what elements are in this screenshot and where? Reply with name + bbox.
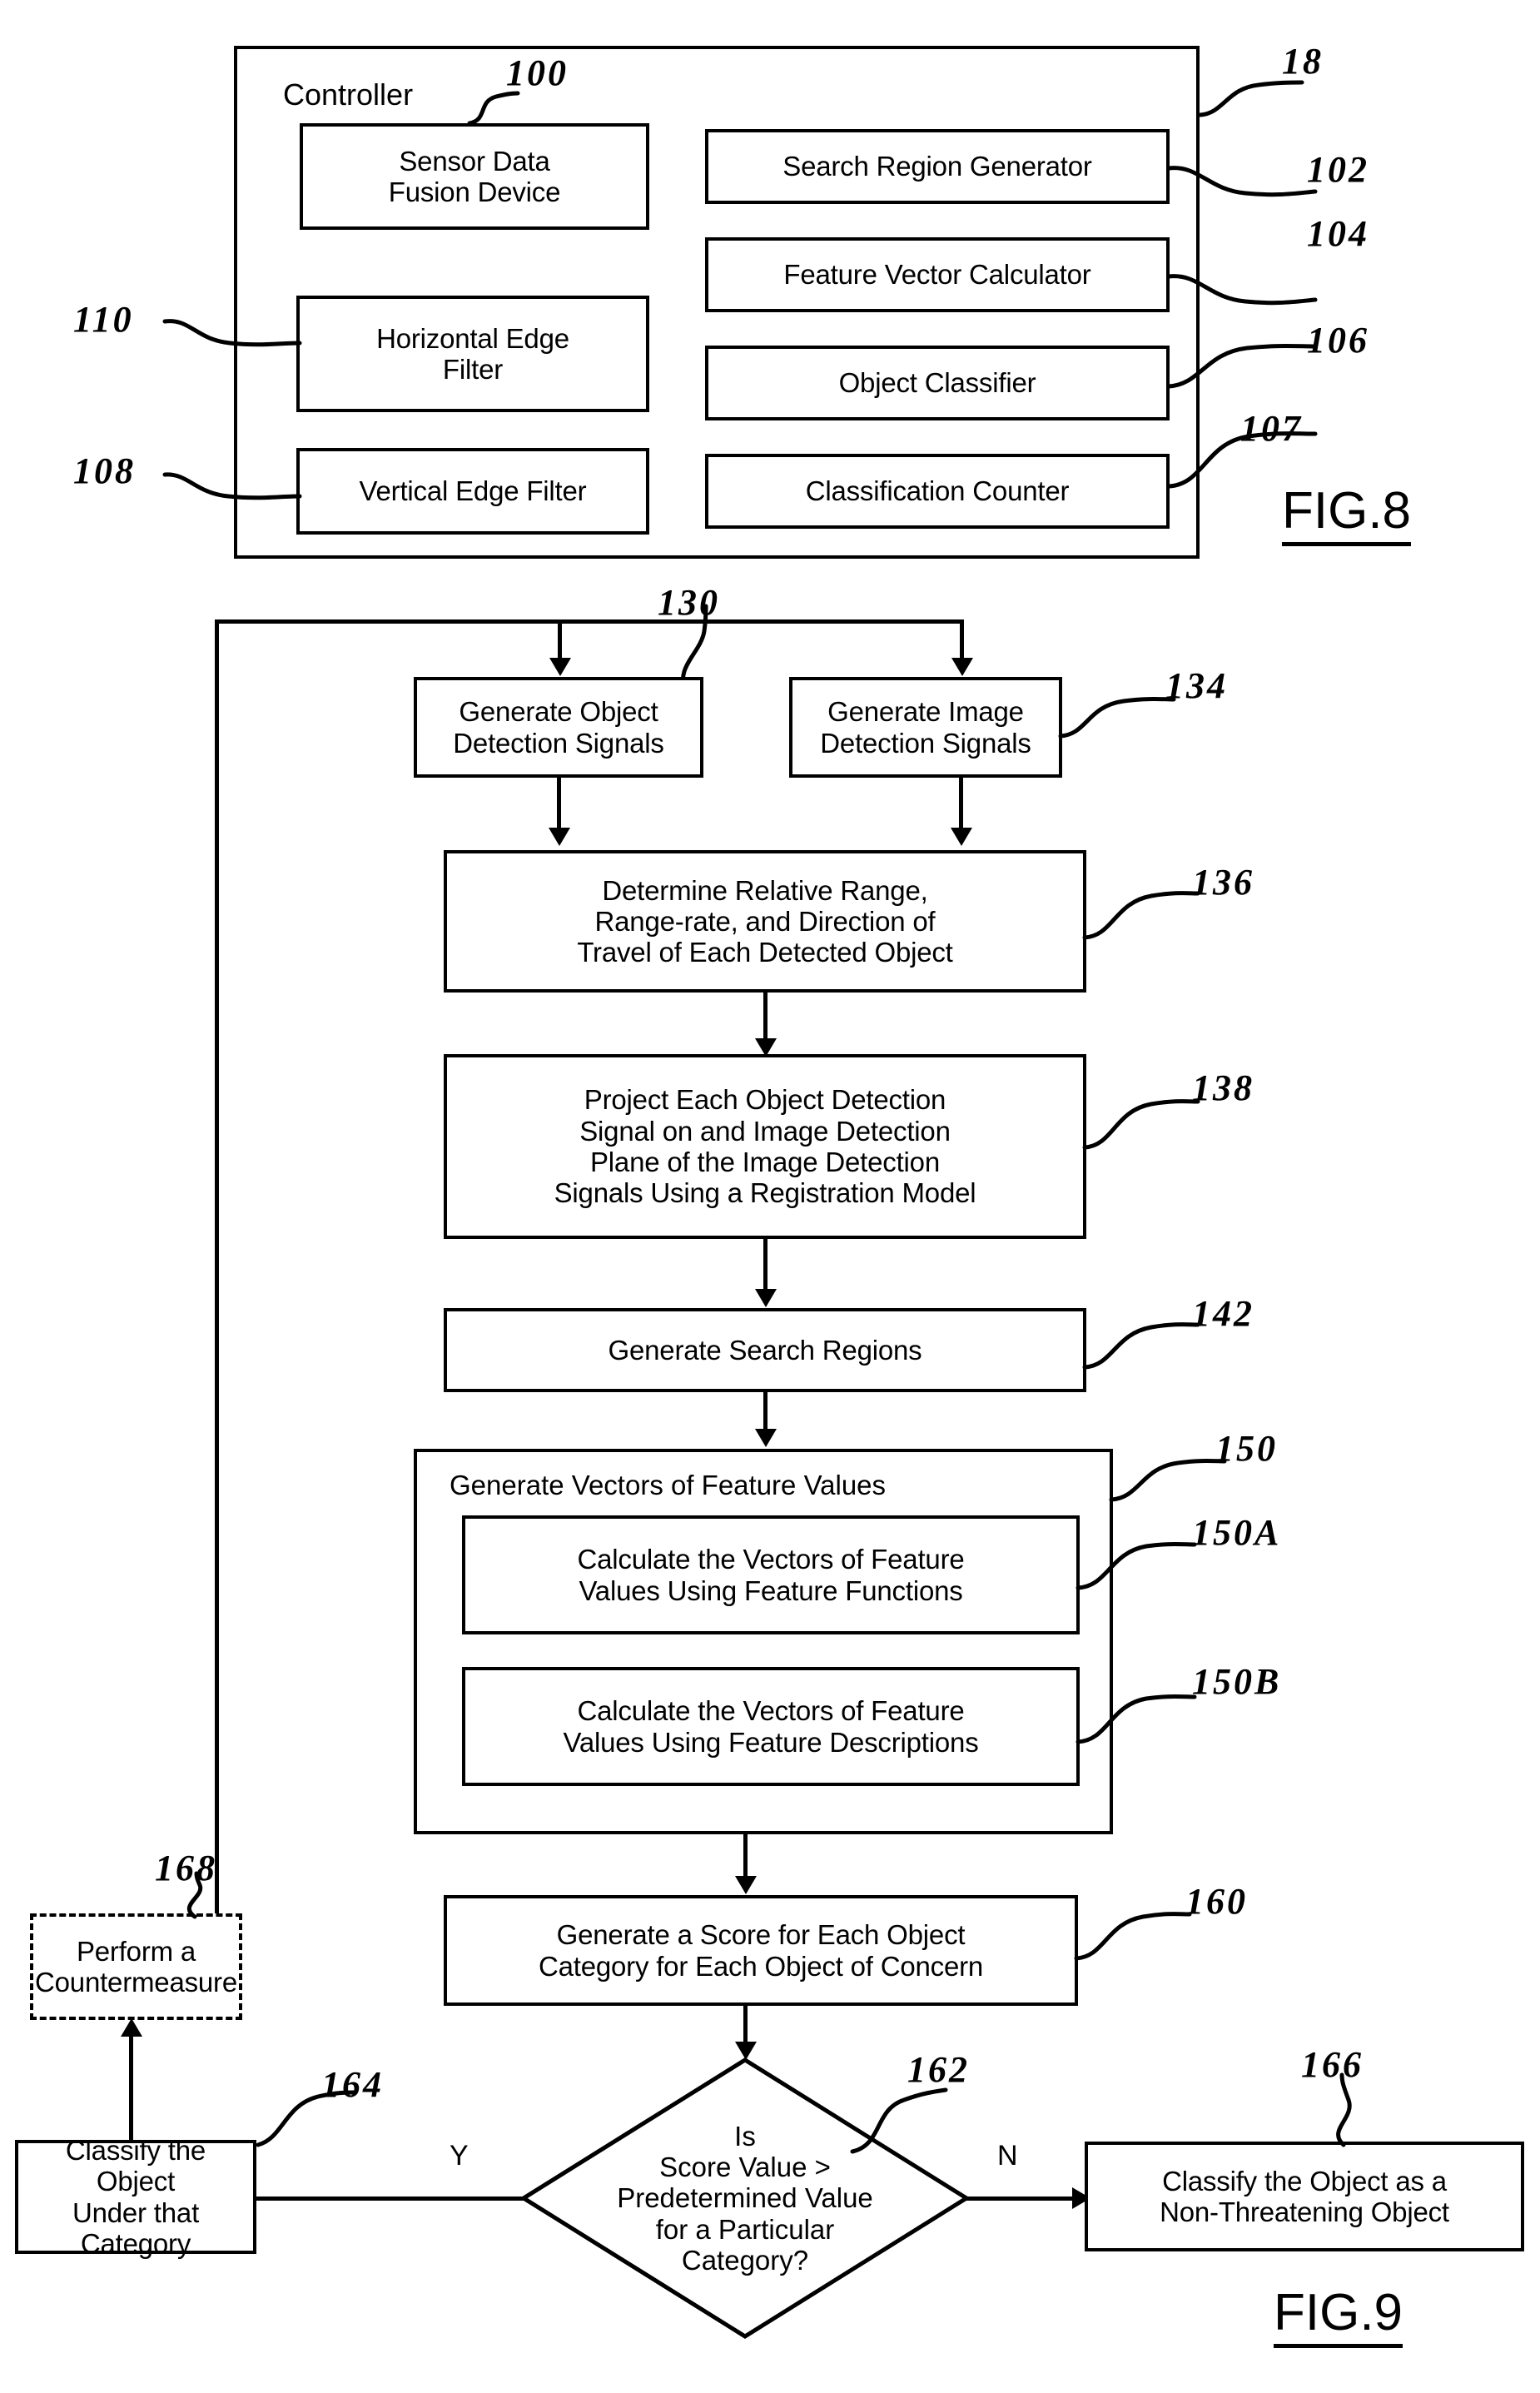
fig9-arrow-138-to-142 — [755, 1289, 777, 1307]
fig9-top-bus — [215, 619, 964, 624]
fig9-ref-150B: 150B — [1192, 1661, 1282, 1702]
fig8-leader-110 — [162, 319, 302, 347]
fig9-line-no-branch — [966, 2196, 1076, 2201]
fig9-step-label: Classify the Object as a Non-Threatening… — [1160, 2165, 1449, 2227]
fig9-line-164-to-168 — [129, 2025, 133, 2142]
fig9-step-perform-countermeasure: Perform a Countermeasure — [30, 1913, 242, 2020]
fig9-leader-142 — [1082, 1322, 1200, 1370]
fig9-step-label: Generate Object Detection Signals — [453, 696, 664, 759]
fig9-ref-150A: 150A — [1192, 1512, 1282, 1553]
fig9-leader-162 — [850, 2087, 948, 2154]
fig9-leader-150B — [1076, 1694, 1197, 1744]
fig8-block-horizontal-edge-filter: Horizontal Edge Filter — [296, 296, 649, 412]
fig9-arrow-142-to-150 — [755, 1429, 777, 1447]
fig9-step-label: Generate Image Detection Signals — [820, 696, 1031, 759]
fig9-step-classify-object-under-category: Classify the Object Under that Category — [15, 2135, 256, 2259]
fig9-step-label: Perform a Countermeasure — [35, 1935, 237, 1997]
fig9-arrow-to-130 — [549, 658, 571, 676]
fig9-ref-142: 142 — [1192, 1293, 1254, 1334]
fig8-block-label: Object Classifier — [838, 367, 1036, 399]
fig9-line-yes-branch — [252, 2196, 524, 2201]
fig9-step-generate-image-detection-signals: Generate Image Detection Signals — [789, 677, 1062, 778]
fig9-leader-150A — [1076, 1542, 1197, 1590]
fig9-step-generate-search-regions: Generate Search Regions — [444, 1308, 1086, 1392]
fig9-branch-label-yes: Y — [450, 2140, 469, 2172]
fig9-ref-166: 166 — [1301, 2044, 1364, 2085]
fig9-step-label: Calculate the Vectors of Feature Values … — [577, 1544, 965, 1606]
fig9-arrow-130-to-136 — [549, 828, 570, 846]
fig9-arrow-to-134 — [951, 658, 973, 676]
fig9-step-label: Generate a Score for Each Object Categor… — [538, 1919, 984, 1982]
fig8-ref-18: 18 — [1282, 41, 1324, 82]
fig9-step-calculate-vectors-feature-descriptions: Calculate the Vectors of Feature Values … — [462, 1667, 1080, 1786]
fig9-line-134-to-136 — [959, 778, 963, 834]
fig9-step-project-object-detection-signal: Project Each Object Detection Signal on … — [444, 1054, 1086, 1239]
fig9-line-130-to-136 — [557, 778, 561, 834]
fig8-leader-104 — [1166, 274, 1318, 306]
fig8-block-label: Classification Counter — [805, 475, 1070, 507]
fig9-step-label: Determine Relative Range, Range-rate, an… — [577, 874, 953, 968]
fig9-step-label: Calculate the Vectors of Feature Values … — [563, 1695, 979, 1758]
fig8-block-classification-counter: Classification Counter — [705, 454, 1170, 529]
fig8-ref-104: 104 — [1307, 213, 1369, 254]
fig9-arrow-164-to-168 — [121, 2018, 142, 2037]
fig8-ref-108: 108 — [73, 450, 136, 491]
fig9-line-138-to-142 — [763, 1239, 768, 1296]
fig9-ref-130: 130 — [658, 582, 720, 623]
fig9-leader-136 — [1082, 891, 1200, 940]
fig8-ref-102: 102 — [1307, 149, 1369, 190]
fig8-leader-106 — [1166, 344, 1318, 389]
fig9-ref-162: 162 — [907, 2049, 970, 2090]
fig9-ref-160: 160 — [1185, 1881, 1248, 1922]
fig8-leader-18 — [1198, 80, 1304, 117]
fig9-ref-134: 134 — [1165, 665, 1228, 706]
fig8-ref-100: 100 — [506, 52, 569, 93]
fig9-step-generate-score-for-each-object-category: Generate a Score for Each Object Categor… — [444, 1895, 1078, 2006]
fig9-ref-138: 138 — [1192, 1067, 1254, 1108]
fig9-step-classify-object-non-threatening: Classify the Object as a Non-Threatening… — [1085, 2142, 1524, 2251]
fig9-step-label: Generate Search Regions — [608, 1334, 922, 1366]
fig9-arrow-150-to-160 — [735, 1876, 757, 1894]
fig8-ref-107: 107 — [1240, 408, 1303, 449]
fig9-step-label: Classify the Object Under that Category — [65, 2134, 206, 2259]
fig8-controller-title: Controller — [283, 77, 414, 112]
fig8-leader-102 — [1166, 166, 1318, 197]
fig9-leader-134 — [1058, 697, 1176, 739]
fig8-ref-106: 106 — [1307, 320, 1369, 361]
fig8-ref-110: 110 — [73, 299, 134, 340]
fig9-step-150-label: Generate Vectors of Feature Values — [450, 1470, 887, 1500]
fig8-leader-108 — [162, 472, 302, 500]
fig8-block-label: Horizontal Edge Filter — [376, 322, 569, 385]
fig9-leader-160 — [1074, 1912, 1192, 1961]
fig8-block-label: Feature Vector Calculator — [783, 259, 1091, 291]
fig9-ref-136: 136 — [1192, 862, 1254, 903]
fig8-block-feature-vector-calculator: Feature Vector Calculator — [705, 237, 1170, 312]
fig9-leader-138 — [1082, 1099, 1200, 1150]
fig9-ref-150: 150 — [1215, 1428, 1278, 1469]
fig8-block-object-classifier: Object Classifier — [705, 346, 1170, 420]
fig8-block-search-region-generator: Search Region Generator — [705, 129, 1170, 204]
fig9-ref-164: 164 — [321, 2064, 384, 2105]
fig8-block-sensor-data-fusion-device: Sensor Data Fusion Device — [300, 123, 649, 230]
fig9-feedback-line — [215, 619, 219, 1948]
fig9-step-generate-object-detection-signals: Generate Object Detection Signals — [414, 677, 703, 778]
fig8-caption: FIG.8 — [1282, 481, 1412, 546]
fig9-ref-168: 168 — [155, 1848, 217, 1888]
fig9-caption: FIG.9 — [1274, 2283, 1403, 2348]
fig9-leader-150 — [1109, 1459, 1227, 1502]
fig8-block-vertical-edge-filter: Vertical Edge Filter — [296, 448, 649, 535]
fig8-block-label: Vertical Edge Filter — [359, 475, 587, 507]
fig9-step-determine-relative-range: Determine Relative Range, Range-rate, an… — [444, 850, 1086, 993]
fig9-step-label: Project Each Object Detection Signal on … — [554, 1084, 976, 1209]
fig8-block-label: Sensor Data Fusion Device — [388, 145, 561, 207]
patent-figure-sheet: Controller Sensor Data Fusion Device Hor… — [0, 0, 1540, 2393]
fig9-arrow-134-to-136 — [951, 828, 972, 846]
fig9-step-calculate-vectors-feature-functions: Calculate the Vectors of Feature Values … — [462, 1515, 1080, 1634]
fig8-block-label: Search Region Generator — [782, 151, 1092, 182]
fig9-branch-label-no: N — [997, 2140, 1018, 2172]
